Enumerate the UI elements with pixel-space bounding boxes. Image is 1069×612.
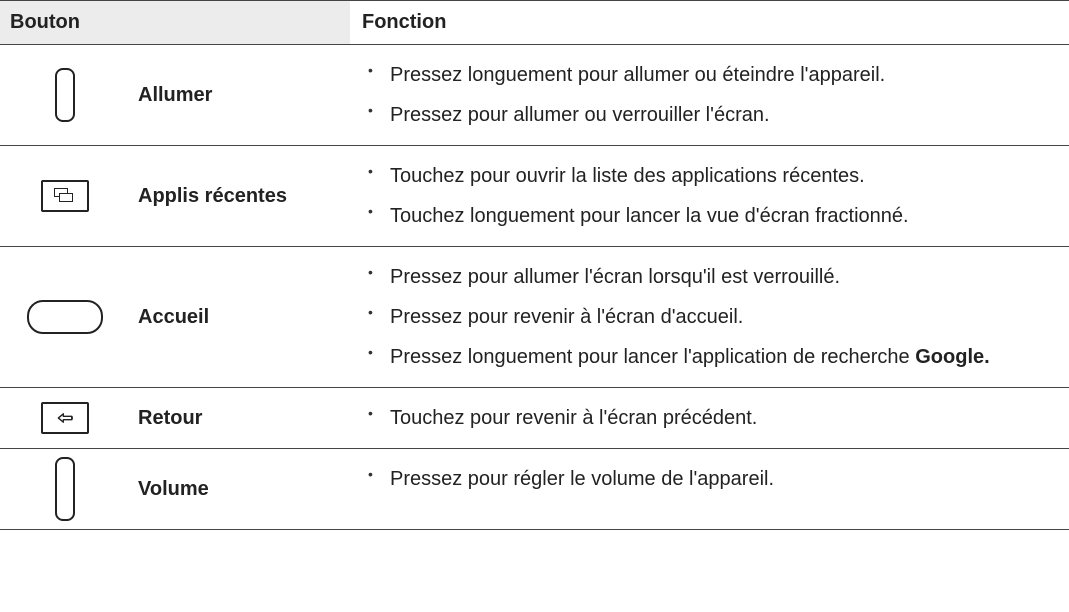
function-item: Pressez longuement pour lancer l'applica… bbox=[362, 337, 1057, 377]
function-list: Pressez longuement pour allumer ou étein… bbox=[362, 55, 1057, 135]
button-name: Retour bbox=[120, 407, 202, 430]
function-item-bold: Google. bbox=[915, 346, 989, 368]
header-function-label: Fonction bbox=[362, 11, 446, 33]
table-header-row: Bouton Fonction bbox=[0, 0, 1069, 45]
back-icon bbox=[10, 402, 120, 434]
function-col: Pressez pour régler le volume de l'appar… bbox=[350, 449, 1069, 529]
recent-apps-icon bbox=[10, 180, 120, 212]
power-icon bbox=[10, 68, 120, 122]
function-list: Pressez pour régler le volume de l'appar… bbox=[362, 459, 1057, 499]
function-item: Touchez longuement pour lancer la vue d'… bbox=[362, 196, 1057, 236]
button-col: Accueil bbox=[0, 247, 350, 387]
function-list: Touchez pour revenir à l'écran précédent… bbox=[362, 398, 1057, 438]
table-row: Allumer Pressez longuement pour allumer … bbox=[0, 45, 1069, 146]
function-col: Touchez pour ouvrir la liste des applica… bbox=[350, 146, 1069, 246]
table-row: Accueil Pressez pour allumer l'écran lor… bbox=[0, 247, 1069, 388]
function-item: Pressez pour régler le volume de l'appar… bbox=[362, 459, 1057, 499]
function-item-text: Pressez longuement pour lancer l'applica… bbox=[390, 346, 915, 368]
button-col: Applis récentes bbox=[0, 146, 350, 246]
function-col: Pressez longuement pour allumer ou étein… bbox=[350, 45, 1069, 145]
button-name: Applis récentes bbox=[120, 185, 287, 208]
function-item: Pressez longuement pour allumer ou étein… bbox=[362, 55, 1057, 95]
function-item: Touchez pour revenir à l'écran précédent… bbox=[362, 398, 1057, 438]
function-item: Pressez pour revenir à l'écran d'accueil… bbox=[362, 297, 1057, 337]
function-item: Touchez pour ouvrir la liste des applica… bbox=[362, 156, 1057, 196]
button-col: Retour bbox=[0, 388, 350, 448]
function-list: Touchez pour ouvrir la liste des applica… bbox=[362, 156, 1057, 236]
function-item: Pressez pour allumer ou verrouiller l'éc… bbox=[362, 95, 1057, 135]
table-row: Applis récentes Touchez pour ouvrir la l… bbox=[0, 146, 1069, 247]
function-col: Touchez pour revenir à l'écran précédent… bbox=[350, 388, 1069, 448]
home-icon bbox=[10, 300, 120, 334]
header-function-col: Fonction bbox=[350, 1, 1069, 44]
button-col: Volume bbox=[0, 449, 350, 529]
button-col: Allumer bbox=[0, 45, 350, 145]
volume-icon bbox=[10, 457, 120, 521]
buttons-table: Bouton Fonction Allumer Pressez longueme… bbox=[0, 0, 1069, 530]
button-name: Volume bbox=[120, 478, 209, 501]
button-name: Accueil bbox=[120, 306, 209, 329]
table-row: Retour Touchez pour revenir à l'écran pr… bbox=[0, 388, 1069, 449]
table-row: Volume Pressez pour régler le volume de … bbox=[0, 449, 1069, 530]
header-button-label: Bouton bbox=[10, 11, 80, 34]
function-list: Pressez pour allumer l'écran lorsqu'il e… bbox=[362, 257, 1057, 377]
function-col: Pressez pour allumer l'écran lorsqu'il e… bbox=[350, 247, 1069, 387]
function-item: Pressez pour allumer l'écran lorsqu'il e… bbox=[362, 257, 1057, 297]
button-name: Allumer bbox=[120, 84, 212, 107]
header-button-col: Bouton bbox=[0, 1, 350, 44]
